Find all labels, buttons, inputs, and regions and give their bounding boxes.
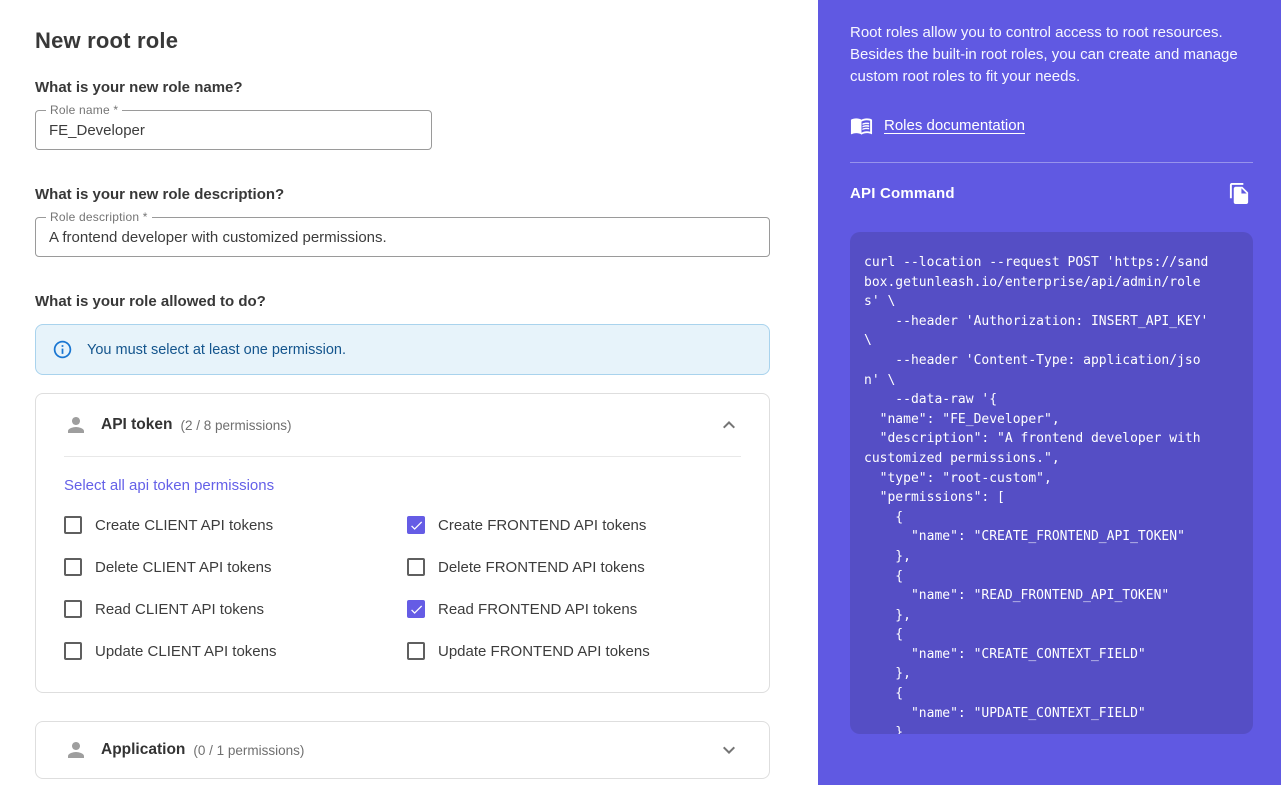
help-sidebar: Root roles allow you to control access t…	[818, 0, 1281, 785]
code-line: "name": "FE_Developer",	[864, 410, 1239, 430]
code-line: "description": "A frontend developer wit…	[864, 429, 1239, 449]
new-role-form: New root role What is your new role name…	[0, 0, 818, 785]
code-line: "type": "root-custom",	[864, 469, 1239, 489]
api-command-code-block[interactable]: curl --location --request POST 'https://…	[850, 232, 1253, 734]
code-line: n' \	[864, 371, 1239, 391]
code-line: s' \	[864, 292, 1239, 312]
permission-label: Delete CLIENT API tokens	[95, 559, 271, 576]
code-line: {	[864, 684, 1239, 704]
role-description-floating-label: Role description *	[46, 210, 152, 224]
api-command-title: API Command	[850, 185, 955, 202]
role-name-floating-label: Role name *	[46, 103, 122, 117]
code-line: box.getunleash.io/enterprise/api/admin/r…	[864, 273, 1239, 293]
accordion-application-header[interactable]: Application (0 / 1 permissions)	[36, 722, 769, 778]
permission-checkbox-row[interactable]: Create FRONTEND API tokens	[407, 516, 741, 534]
checkbox-checked-icon[interactable]	[407, 600, 425, 618]
permission-label: Create FRONTEND API tokens	[438, 517, 646, 534]
role-name-field[interactable]: Role name *	[35, 110, 432, 150]
code-line: --header 'Authorization: INSERT_API_KEY'	[864, 312, 1239, 332]
checkbox-unchecked-icon[interactable]	[407, 558, 425, 576]
permission-checkbox-row[interactable]: Update CLIENT API tokens	[64, 642, 407, 660]
role-name-question: What is your new role name?	[35, 79, 770, 96]
copy-command-button[interactable]	[1226, 180, 1253, 207]
person-icon	[64, 413, 88, 437]
code-line: "name": "CREATE_CONTEXT_FIELD"	[864, 645, 1239, 665]
accordion-api-token-header[interactable]: API token (2 / 8 permissions)	[36, 394, 769, 456]
permissions-question: What is your role allowed to do?	[35, 293, 770, 310]
code-line: "name": "UPDATE_CONTEXT_FIELD"	[864, 704, 1239, 724]
checkbox-unchecked-icon[interactable]	[64, 642, 82, 660]
permission-label: Update FRONTEND API tokens	[438, 643, 650, 660]
accordion-title: API token	[101, 416, 172, 434]
accordion-count: (0 / 1 permissions)	[193, 743, 304, 758]
roles-documentation-link[interactable]: Roles documentation	[884, 117, 1025, 134]
permission-checkbox-row[interactable]: Update FRONTEND API tokens	[407, 642, 741, 660]
code-line: {	[864, 567, 1239, 587]
checkbox-unchecked-icon[interactable]	[64, 516, 82, 534]
code-line: customized permissions.",	[864, 449, 1239, 469]
accordion-count: (2 / 8 permissions)	[180, 418, 291, 433]
code-line: },	[864, 723, 1239, 734]
accordion-title: Application	[101, 741, 185, 759]
code-line: {	[864, 508, 1239, 528]
person-icon	[64, 738, 88, 762]
sidebar-divider	[850, 162, 1253, 163]
alert-text: You must select at least one permission.	[87, 342, 346, 358]
info-icon	[52, 339, 73, 360]
permission-label: Update CLIENT API tokens	[95, 643, 277, 660]
permission-label: Delete FRONTEND API tokens	[438, 559, 645, 576]
code-line: --data-raw '{	[864, 390, 1239, 410]
checkbox-checked-icon[interactable]	[407, 516, 425, 534]
chevron-up-icon[interactable]	[717, 413, 741, 437]
code-line: },	[864, 606, 1239, 626]
permission-checkbox-row[interactable]: Delete CLIENT API tokens	[64, 558, 407, 576]
checkbox-unchecked-icon[interactable]	[407, 642, 425, 660]
code-line: },	[864, 547, 1239, 567]
chevron-down-icon[interactable]	[717, 738, 741, 762]
code-line: "name": "READ_FRONTEND_API_TOKEN"	[864, 586, 1239, 606]
permission-checkbox-row[interactable]: Read CLIENT API tokens	[64, 600, 407, 618]
accordion-api-token-body: Select all api token permissions Create …	[36, 457, 769, 692]
role-description-question: What is your new role description?	[35, 186, 770, 203]
checkbox-unchecked-icon[interactable]	[64, 558, 82, 576]
checkbox-unchecked-icon[interactable]	[64, 600, 82, 618]
permissions-grid: Create CLIENT API tokens Delete CLIENT AP…	[64, 504, 741, 672]
code-line: \	[864, 331, 1239, 351]
code-line: "name": "CREATE_FRONTEND_API_TOKEN"	[864, 527, 1239, 547]
sidebar-intro-text: Root roles allow you to control access t…	[850, 22, 1248, 88]
permission-label: Read CLIENT API tokens	[95, 601, 264, 618]
code-line: --header 'Content-Type: application/jso	[864, 351, 1239, 371]
code-line: {	[864, 625, 1239, 645]
select-all-permissions-link[interactable]: Select all api token permissions	[64, 477, 274, 494]
code-line: "permissions": [	[864, 488, 1239, 508]
permission-label: Create CLIENT API tokens	[95, 517, 273, 534]
permissions-info-alert: You must select at least one permission.	[35, 324, 770, 375]
permission-checkbox-row[interactable]: Read FRONTEND API tokens	[407, 600, 741, 618]
code-line: curl --location --request POST 'https://…	[864, 253, 1239, 273]
role-description-field[interactable]: Role description *	[35, 217, 770, 257]
permission-label: Read FRONTEND API tokens	[438, 601, 637, 618]
copy-icon	[1228, 182, 1251, 205]
book-icon	[850, 114, 873, 137]
accordion-application: Application (0 / 1 permissions)	[35, 721, 770, 779]
permission-checkbox-row[interactable]: Create CLIENT API tokens	[64, 516, 407, 534]
accordion-api-token: API token (2 / 8 permissions) Select all…	[35, 393, 770, 693]
code-line: },	[864, 664, 1239, 684]
docs-link-row: Roles documentation	[850, 114, 1253, 137]
page-title: New root role	[35, 28, 770, 54]
permission-checkbox-row[interactable]: Delete FRONTEND API tokens	[407, 558, 741, 576]
api-command-header: API Command	[850, 180, 1253, 207]
